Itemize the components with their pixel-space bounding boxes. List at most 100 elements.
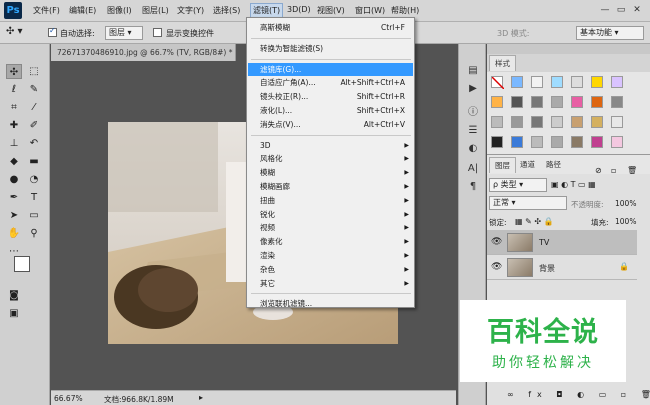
style-swatch[interactable] [511, 116, 523, 128]
menu-item[interactable]: 文字(Y) [177, 5, 204, 16]
path-select-tool-icon[interactable]: ➤ [6, 208, 22, 223]
paragraph-panel-icon[interactable]: ¶ [465, 180, 481, 194]
eyedropper-tool-icon[interactable]: ⁄ [26, 100, 42, 115]
quick-select-tool-icon[interactable]: ✎ [26, 82, 42, 97]
filter-menu-item[interactable]: 风格化 ▶ [248, 152, 413, 165]
style-swatch[interactable] [591, 76, 603, 88]
menu-item[interactable]: 编辑(E) [69, 5, 96, 16]
style-swatch[interactable] [551, 76, 563, 88]
menu-item[interactable]: 窗口(W) [355, 5, 385, 16]
tab-layers[interactable]: 图层 [489, 157, 516, 173]
status-arrow-icon[interactable]: ▸ [199, 393, 203, 402]
healing-tool-icon[interactable]: ✚ [6, 118, 22, 133]
style-swatch[interactable] [551, 136, 563, 148]
history-panel-icon[interactable]: ▤ [465, 64, 481, 78]
menu-item[interactable]: 帮助(H) [391, 5, 419, 16]
zoom-level[interactable]: 66.67% [54, 394, 83, 403]
menu-item[interactable]: 图像(I) [107, 5, 132, 16]
document-tab[interactable]: 72671370486910.jpg @ 66.7% (TV, RGB/8#) … [51, 44, 236, 61]
style-swatch[interactable] [551, 96, 563, 108]
layer-filter-dropdown[interactable]: ρ 类型 ▾ [489, 178, 547, 192]
filter-menu-item[interactable]: 滤镜库(G)... [248, 62, 413, 76]
menu-item[interactable]: 选择(S) [213, 5, 240, 16]
menu-item[interactable]: 图层(L) [142, 5, 169, 16]
menu-item[interactable]: 3D(D) [287, 5, 311, 14]
character-panel-icon[interactable]: A| [465, 162, 481, 176]
info-panel-icon[interactable]: ⓘ [465, 106, 481, 120]
filter-menu-item[interactable]: 扭曲 ▶ [248, 194, 413, 207]
lasso-tool-icon[interactable]: ℓ [6, 82, 22, 97]
filter-menu-item[interactable]: 其它 ▶ [248, 277, 413, 290]
tab-channels[interactable]: 通道 [515, 157, 540, 173]
type-tool-icon[interactable]: T [26, 190, 42, 205]
style-swatch[interactable] [531, 96, 543, 108]
style-swatch[interactable] [571, 116, 583, 128]
filter-menu-item[interactable]: 消失点(V)... Alt+Ctrl+V [248, 118, 413, 131]
pen-tool-icon[interactable]: ✒ [6, 190, 22, 205]
style-swatch[interactable] [491, 96, 503, 108]
filter-menu-item[interactable]: 转换为智能滤镜(S) [248, 42, 413, 55]
opacity-value[interactable]: 100% [615, 199, 636, 208]
history-brush-tool-icon[interactable]: ↶ [26, 136, 42, 151]
filter-menu-item[interactable]: 3D ▶ [248, 139, 413, 152]
filter-menu-item[interactable]: 自适应广角(A)... Alt+Shift+Ctrl+A [248, 76, 413, 89]
eye-icon[interactable]: 👁 [491, 237, 502, 247]
filter-menu-item[interactable]: 镜头校正(R)... Shift+Ctrl+R [248, 90, 413, 103]
layer-row-background[interactable]: 👁 背景 🔒 [487, 255, 637, 280]
style-swatch[interactable] [511, 76, 523, 88]
style-swatch[interactable] [611, 136, 623, 148]
style-swatch[interactable] [571, 76, 583, 88]
dodge-tool-icon[interactable]: ◔ [26, 172, 42, 187]
brush-tool-icon[interactable]: ✐ [26, 118, 42, 133]
layer-bottom-icons[interactable]: ∞ fx ◘ ◐ ▭ ▫ 🗑 [507, 390, 650, 399]
move-tool-icon[interactable]: ✣ ▾ [6, 26, 23, 37]
foreground-color-swatch[interactable] [14, 256, 30, 272]
layer-name[interactable]: TV [539, 238, 549, 247]
style-swatch[interactable] [531, 116, 543, 128]
auto-select-dropdown[interactable]: 图层 ▾ [105, 26, 143, 40]
filter-menu-item[interactable]: 模糊 ▶ [248, 166, 413, 179]
menu-item[interactable]: 文件(F) [33, 5, 60, 16]
layer-filter-icons[interactable]: ▣ ◐ T ▭ ▦ [551, 180, 596, 189]
style-none-swatch[interactable] [491, 76, 505, 90]
show-transform-checkbox[interactable] [153, 28, 162, 37]
filter-menu-item[interactable]: 模糊画廊 ▶ [248, 180, 413, 193]
hand-tool-icon[interactable]: ✋ [6, 226, 22, 241]
menu-item[interactable]: 视图(V) [317, 5, 345, 16]
tab-styles[interactable]: 样式 [489, 55, 516, 71]
filter-menu-item[interactable]: 锐化 ▶ [248, 208, 413, 221]
style-swatch[interactable] [591, 116, 603, 128]
fill-value[interactable]: 100% [615, 217, 636, 226]
screen-mode-icon[interactable]: ▣ [6, 306, 22, 321]
style-swatch[interactable] [591, 96, 603, 108]
style-swatch[interactable] [571, 96, 583, 108]
properties-panel-icon[interactable]: ☰ [465, 124, 481, 138]
blend-mode-dropdown[interactable]: 正常 ▾ [489, 196, 567, 210]
style-swatch[interactable] [491, 116, 503, 128]
lock-icons[interactable]: ▦ ✎ ✣ 🔒 [515, 217, 554, 226]
layer-row-tv[interactable]: 👁 TV [487, 230, 637, 255]
filter-menu-item[interactable]: 像素化 ▶ [248, 235, 413, 248]
filter-menu-item[interactable]: 渲染 ▶ [248, 249, 413, 262]
style-swatch[interactable] [591, 136, 603, 148]
stamp-tool-icon[interactable]: ⊥ [6, 136, 22, 151]
eye-icon[interactable]: 👁 [491, 262, 502, 272]
filter-menu-item[interactable]: 视频 ▶ [248, 221, 413, 234]
shape-tool-icon[interactable]: ▭ [26, 208, 42, 223]
filter-menu-item[interactable]: 液化(L)... Shift+Ctrl+X [248, 104, 413, 117]
style-swatch[interactable] [511, 136, 523, 148]
tab-paths[interactable]: 路径 [541, 157, 566, 173]
style-swatch[interactable] [571, 136, 583, 148]
gradient-tool-icon[interactable]: ▬ [26, 154, 42, 169]
crop-tool-icon[interactable]: ⌗ [6, 100, 22, 115]
restore-button[interactable]: ▭ [614, 4, 628, 16]
blur-tool-icon[interactable]: ● [6, 172, 22, 187]
style-swatch[interactable] [611, 96, 623, 108]
close-button[interactable]: ✕ [630, 4, 644, 16]
filter-menu-item[interactable]: 高斯模糊 Ctrl+F [248, 21, 413, 34]
style-swatch[interactable] [511, 96, 523, 108]
style-swatch[interactable] [531, 136, 543, 148]
actions-panel-icon[interactable]: ▶ [465, 82, 481, 96]
eraser-tool-icon[interactable]: ◆ [6, 154, 22, 169]
filter-menu-item[interactable]: 浏览联机滤镜... [248, 297, 413, 310]
